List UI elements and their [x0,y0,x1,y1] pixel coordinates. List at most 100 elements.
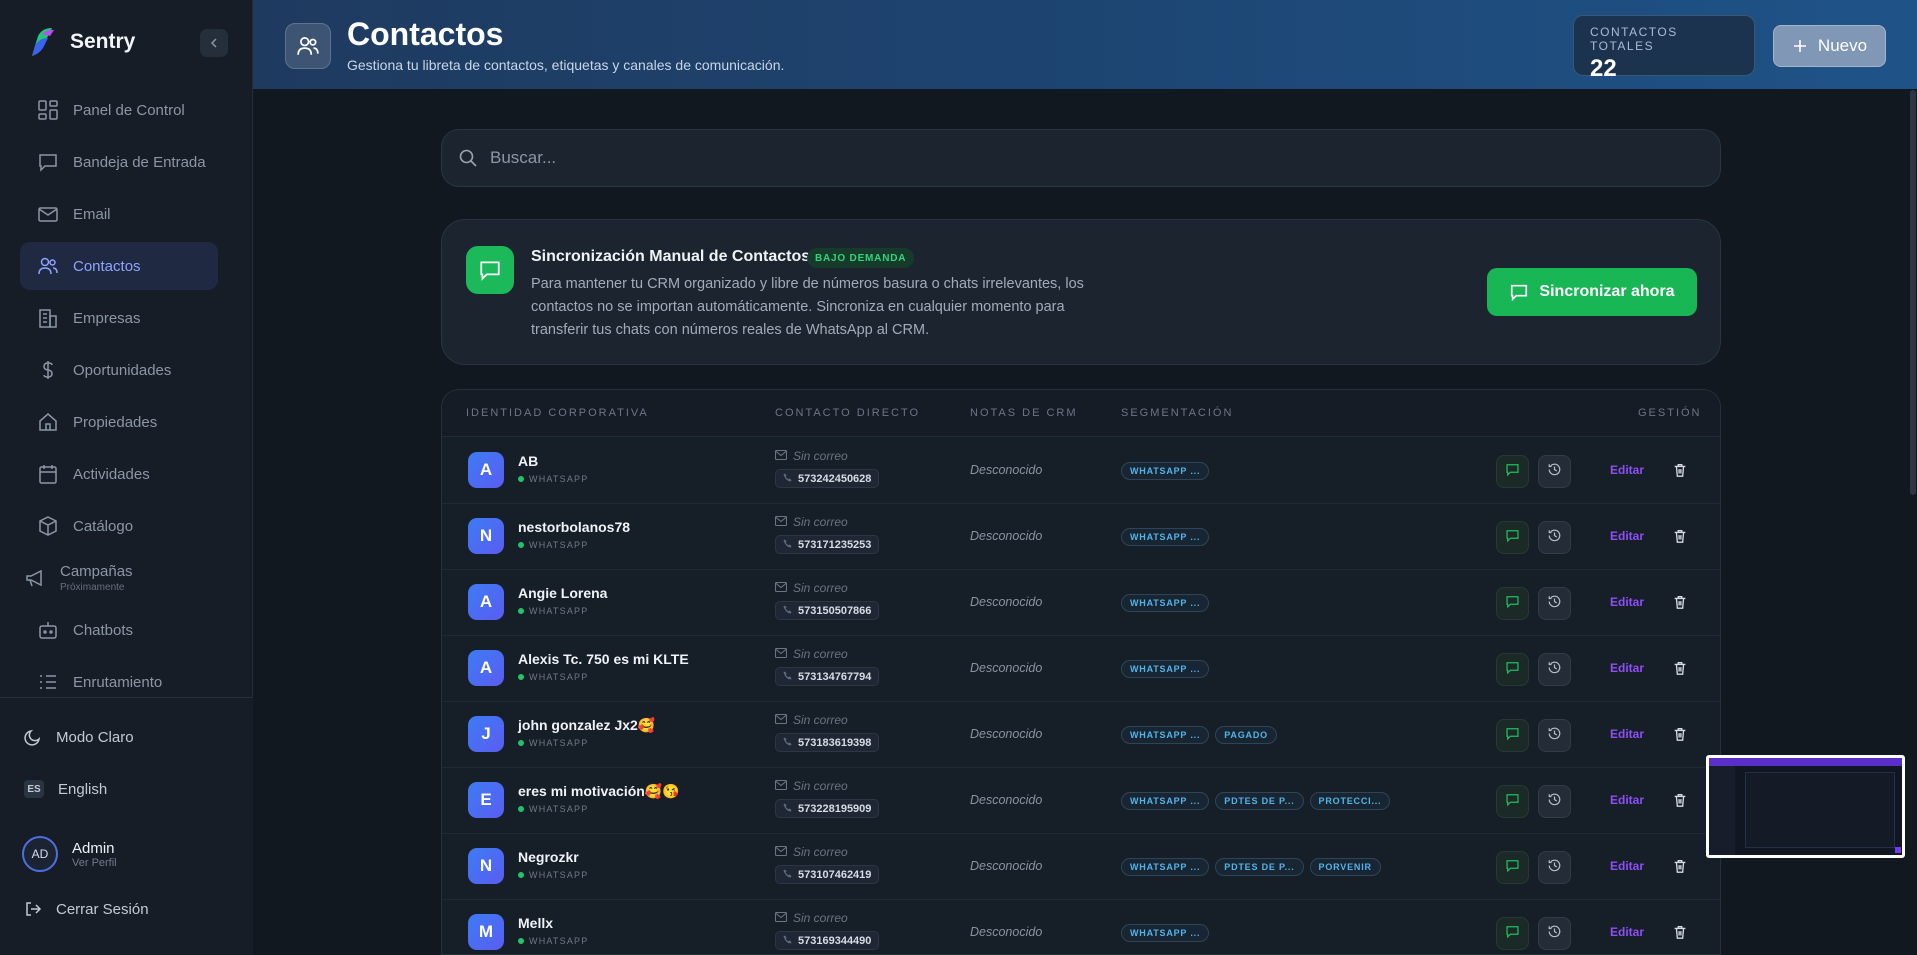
sync-now-button[interactable]: Sincronizar ahora [1487,268,1697,316]
open-chat-button[interactable] [1496,455,1529,488]
segment-tag[interactable]: WHATSAPP ... [1121,660,1210,678]
sidebar-item-contactos[interactable]: Contactos [20,242,218,290]
delete-contact-button[interactable] [1672,660,1688,681]
sidebar-item-empresas[interactable]: Empresas [20,294,218,342]
history-button[interactable] [1538,785,1571,818]
history-button[interactable] [1538,587,1571,620]
delete-contact-button[interactable] [1672,924,1688,945]
history-button[interactable] [1538,521,1571,554]
edit-contact-button[interactable]: Editar [1610,859,1644,873]
table-row[interactable]: Nnestorbolanos78 WHATSAPP Sin correo 573171… [442,504,1720,570]
segment-tag[interactable]: PDTES DE P... [1215,858,1304,876]
delete-contact-button[interactable] [1672,858,1688,879]
sidebar-item-propiedades[interactable]: Propiedades [20,398,218,446]
new-contact-button[interactable]: Nuevo [1773,25,1886,67]
table-row[interactable]: A Angie Lorena WHATSAPP Sin correo 573150507… [442,570,1720,636]
sidebar-item-campanas[interactable]: Campañas Próximamente [20,554,218,602]
brand[interactable]: Sentry [28,26,135,58]
open-chat-button[interactable] [1496,917,1529,950]
edit-contact-button[interactable]: Editar [1610,595,1644,609]
contact-name[interactable]: Mellx [518,915,553,931]
history-button[interactable] [1538,719,1571,752]
contact-name[interactable]: Alexis Tc. 750 es mi KLTE [518,651,689,667]
chevron-left-icon [210,38,217,48]
delete-contact-button[interactable] [1672,462,1688,483]
delete-contact-button[interactable] [1672,594,1688,615]
open-chat-button[interactable] [1496,851,1529,884]
contact-phone[interactable]: 573242450628 [775,469,880,488]
sidebar-item-oportunidades[interactable]: Oportunidades [20,346,218,394]
contact-phone[interactable]: 573228195909 [775,799,880,818]
mail-icon [774,911,788,925]
contact-name[interactable]: john gonzalez Jx2🥰 [518,717,655,734]
edit-contact-button[interactable]: Editar [1610,727,1644,741]
history-button[interactable] [1538,917,1571,950]
megaphone-icon [26,569,42,587]
table-row[interactable]: A Alexis Tc. 750 es mi KLTE WHATSAPP Sin co… [442,636,1720,702]
delete-contact-button[interactable] [1672,528,1688,549]
table-row[interactable]: Eeres mi motivación🥰😘 WHATSAPP Sin correo 5… [442,768,1720,834]
history-button[interactable] [1538,455,1571,488]
segment-tag[interactable]: PAGADO [1215,726,1277,744]
segment-tag[interactable]: PROTECCI... [1309,792,1391,810]
contact-name[interactable]: Angie Lorena [518,585,607,601]
phone-icon [783,604,792,617]
edit-contact-button[interactable]: Editar [1610,529,1644,543]
segment-tag[interactable]: WHATSAPP ... [1121,792,1210,810]
contact-phone[interactable]: 573171235253 [775,535,880,554]
contact-phone[interactable]: 573150507866 [775,601,880,620]
language-switch[interactable]: ES English [24,780,107,798]
search-input[interactable] [490,148,1690,168]
page-preview-thumbnail[interactable] [1706,755,1905,858]
history-button[interactable] [1538,851,1571,884]
mail-icon [774,845,788,859]
segment-tag[interactable]: PDTES DE P... [1215,792,1304,810]
table-row[interactable]: Jjohn gonzalez Jx2🥰 WHATSAPP Sin correo 573… [442,702,1720,768]
open-chat-button[interactable] [1496,653,1529,686]
open-chat-button[interactable] [1496,587,1529,620]
contact-name[interactable]: Negrozkr [518,849,579,865]
contact-phone[interactable]: 573107462419 [775,865,880,884]
history-icon [1547,528,1562,548]
contact-name[interactable]: eres mi motivación🥰😘 [518,783,680,800]
segment-tag[interactable]: WHATSAPP ... [1121,594,1210,612]
table-row[interactable]: M Mellx WHATSAPP Sin correo 573169344490 Desc… [442,900,1720,954]
segment-tag[interactable]: WHATSAPP ... [1121,858,1210,876]
sidebar-item-email[interactable]: Email [20,190,218,238]
contact-phone[interactable]: 573183619398 [775,733,880,752]
segment-tag[interactable]: WHATSAPP ... [1121,924,1210,942]
edit-contact-button[interactable]: Editar [1610,793,1644,807]
open-chat-button[interactable] [1496,521,1529,554]
sidebar-item-bandeja-de-entrada[interactable]: Bandeja de Entrada [20,138,218,186]
logout-button[interactable]: Cerrar Sesión [24,900,149,918]
edit-contact-button[interactable]: Editar [1610,661,1644,675]
contact-phone[interactable]: 573134767794 [775,667,880,686]
history-button[interactable] [1538,653,1571,686]
edit-contact-button[interactable]: Editar [1610,925,1644,939]
segment-tag[interactable]: WHATSAPP ... [1121,462,1210,480]
user-profile[interactable]: AD Admin Ver Perfil [22,836,117,872]
table-row[interactable]: N Negrozkr WHATSAPP Sin correo 573107462419 D… [442,834,1720,900]
contact-name[interactable]: AB [518,453,538,469]
theme-toggle[interactable]: Modo Claro [24,728,134,746]
open-chat-button[interactable] [1496,785,1529,818]
contact-phone[interactable]: 573169344490 [775,931,880,950]
sidebar-item-catalogo[interactable]: Catálogo [20,502,218,550]
sidebar-item-panel-de-control[interactable]: Panel de Control [20,86,218,134]
edit-contact-button[interactable]: Editar [1610,463,1644,477]
sidebar-item-label-group: Campañas Próximamente [60,563,133,593]
segment-tag[interactable]: WHATSAPP ... [1121,528,1210,546]
trash-icon [1672,464,1688,482]
collapse-sidebar-button[interactable] [200,29,228,57]
delete-contact-button[interactable] [1672,792,1688,813]
table-row[interactable]: A AB WHATSAPP Sin correo 573242450628 Descono… [442,438,1720,504]
segment-tag[interactable]: PORVENIR [1309,858,1381,876]
segment-tag[interactable]: WHATSAPP ... [1121,726,1210,744]
sidebar-item-chatbots[interactable]: Chatbots [20,606,218,654]
contact-name[interactable]: nestorbolanos78 [518,519,630,535]
delete-contact-button[interactable] [1672,726,1688,747]
sidebar-item-actividades[interactable]: Actividades [20,450,218,498]
open-chat-button[interactable] [1496,719,1529,752]
page-scrollbar[interactable] [1910,90,1916,495]
sidebar-item-label: Propiedades [73,413,158,431]
